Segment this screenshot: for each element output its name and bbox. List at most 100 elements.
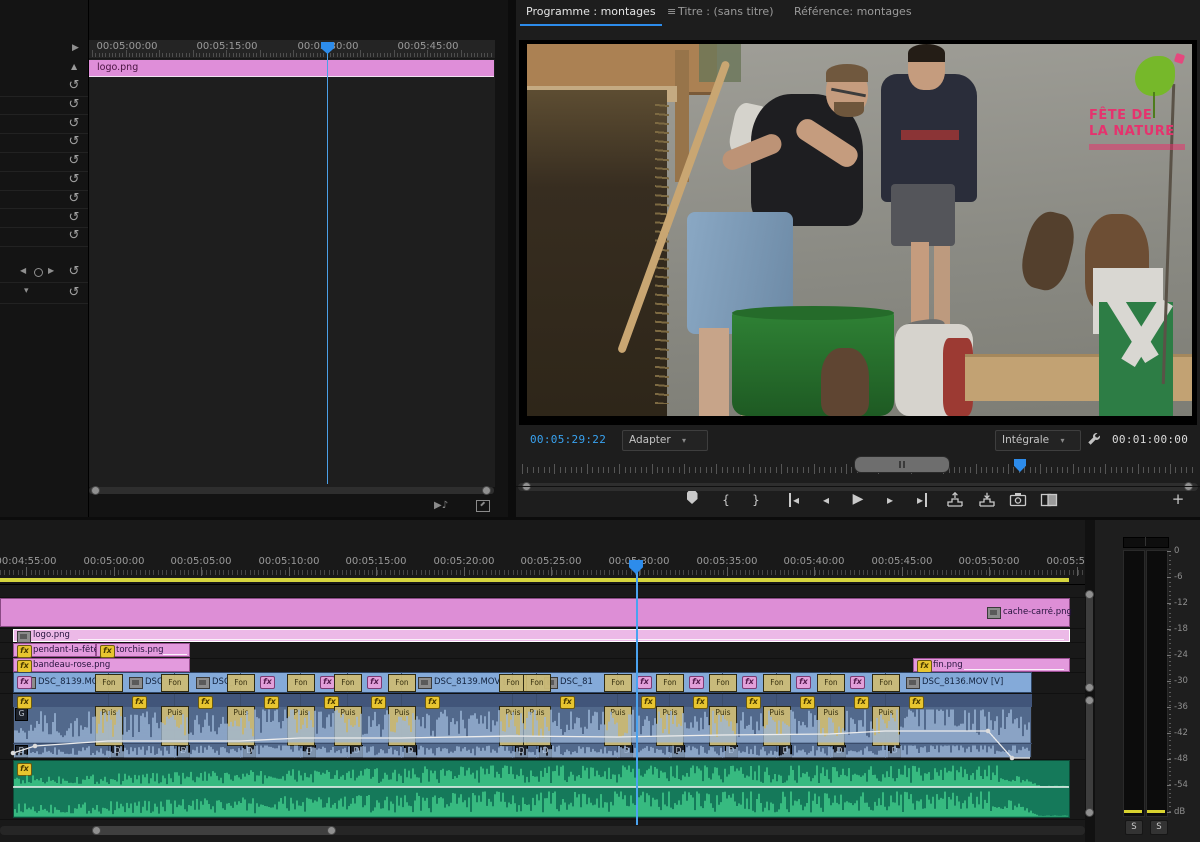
audio-transition-puis[interactable]: Puis bbox=[161, 706, 189, 746]
ec-param-dropdown-chevron[interactable]: ▾ bbox=[24, 286, 29, 296]
ec-reset-parameter-button[interactable]: ↺ bbox=[66, 97, 82, 113]
fx-badge[interactable]: fx bbox=[17, 645, 32, 658]
ec-reset-parameter-button[interactable]: ↺ bbox=[66, 210, 82, 226]
fx-badge[interactable]: fx bbox=[17, 696, 32, 709]
track-a2-music[interactable] bbox=[13, 760, 1070, 818]
comparison-view-button[interactable] bbox=[1040, 492, 1068, 512]
fx-badge[interactable]: fx bbox=[641, 696, 656, 709]
add-keyframe-icon[interactable] bbox=[34, 268, 43, 277]
clip-fin.png[interactable]: fxfin.png bbox=[913, 658, 1070, 672]
fx-badge[interactable]: fx bbox=[17, 763, 32, 776]
h-scroll-handle[interactable] bbox=[327, 826, 336, 835]
audio-transition-puis[interactable]: Puis bbox=[388, 706, 416, 746]
ec-scroll-handle[interactable] bbox=[91, 486, 100, 495]
tab-titre[interactable]: Titre : (sans titre) bbox=[678, 5, 773, 18]
fx-badge[interactable]: fx bbox=[198, 696, 213, 709]
timeline-playhead-line[interactable] bbox=[636, 564, 638, 825]
ec-reset-parameter-button[interactable]: ↺ bbox=[66, 134, 82, 150]
v-scroll-handle[interactable] bbox=[1085, 590, 1094, 599]
ec-collapse-icon[interactable]: ▲ bbox=[71, 62, 77, 71]
v-scroll-handle[interactable] bbox=[1085, 683, 1094, 692]
audio-transition-puis[interactable]: Puis bbox=[287, 706, 315, 746]
ec-export-icon[interactable] bbox=[476, 500, 490, 512]
v-scroll-handle[interactable] bbox=[1085, 696, 1094, 705]
fx-badge[interactable]: fx bbox=[689, 676, 704, 689]
video-transition-fon[interactable]: Fon bbox=[334, 674, 362, 692]
audio-transition-puis[interactable]: Puis bbox=[817, 706, 845, 746]
fx-badge[interactable]: fx bbox=[746, 696, 761, 709]
clip-bandeau-rose.png[interactable]: fxbandeau-rose.png bbox=[13, 658, 190, 672]
clip-pendant-la-fête.[interactable]: fxpendant-la-fête. bbox=[13, 643, 96, 657]
video-transition-fon[interactable]: Fon bbox=[161, 674, 189, 692]
fx-badge[interactable]: fx bbox=[371, 696, 386, 709]
button-editor-plus[interactable]: + bbox=[1164, 489, 1192, 509]
video-transition-fon[interactable]: Fon bbox=[709, 674, 737, 692]
timeline-vertical-scrollbar[interactable] bbox=[1085, 520, 1095, 842]
timeline-h-scroll-thumb[interactable] bbox=[92, 826, 335, 835]
go-to-in-button[interactable]: ◂ bbox=[780, 490, 808, 510]
ec-h-scrollbar[interactable] bbox=[89, 487, 494, 494]
ec-reset-parameter-button[interactable]: ↺ bbox=[66, 172, 82, 188]
fx-badge[interactable]: fx bbox=[560, 696, 575, 709]
v-scroll-handle[interactable] bbox=[1085, 808, 1094, 817]
tab-program-montages[interactable]: Programme : montages ≡ bbox=[526, 5, 676, 18]
video-transition-fon[interactable]: Fon bbox=[656, 674, 684, 692]
panel-menu-icon[interactable]: ≡ bbox=[667, 5, 676, 18]
ec-reset-parameter-button[interactable]: ↺ bbox=[66, 228, 82, 244]
current-timecode[interactable]: 00:05:29:22 bbox=[530, 433, 606, 446]
fx-badge[interactable]: fx bbox=[425, 696, 440, 709]
ec-reset-parameter-button[interactable]: ↺ bbox=[66, 78, 82, 94]
panel-divider-vertical[interactable] bbox=[508, 0, 516, 517]
clip-torchis.png[interactable]: fxtorchis.png bbox=[96, 643, 190, 657]
audio-transition-puis[interactable]: Puis bbox=[523, 706, 551, 746]
audio-transition-puis[interactable]: Puis bbox=[95, 706, 123, 746]
fx-badge[interactable]: fx bbox=[742, 676, 757, 689]
ec-playhead-line[interactable] bbox=[327, 46, 328, 484]
ec-reset-parameter-button[interactable]: ↺ bbox=[66, 264, 82, 280]
step-back-button[interactable]: ◂ bbox=[812, 490, 840, 510]
work-area-yellow-bar[interactable] bbox=[0, 578, 1069, 582]
video-transition-fon[interactable]: Fon bbox=[388, 674, 416, 692]
video-transition-fon[interactable]: Fon bbox=[763, 674, 791, 692]
keyframe-next-icon[interactable]: ▶ bbox=[48, 266, 54, 275]
play-audio-only-icon[interactable]: ▶♪ bbox=[434, 500, 448, 511]
video-transition-fon[interactable]: Fon bbox=[523, 674, 551, 692]
ec-reset-parameter-button[interactable]: ↺ bbox=[66, 285, 82, 301]
solo-right-button[interactable]: S bbox=[1150, 820, 1168, 835]
mark-in-button[interactable]: { bbox=[712, 490, 740, 510]
clip-logo-png[interactable]: logo.png bbox=[13, 629, 1070, 642]
h-scroll-handle[interactable] bbox=[92, 826, 101, 835]
v-scroll-thumb-video[interactable] bbox=[1086, 594, 1093, 690]
step-forward-button[interactable]: ▸ bbox=[876, 490, 904, 510]
go-to-out-button[interactable]: ▸ bbox=[908, 490, 936, 510]
fx-badge[interactable]: fx bbox=[367, 676, 382, 689]
export-frame-button[interactable] bbox=[1009, 492, 1037, 512]
video-transition-fon[interactable]: Fon bbox=[287, 674, 315, 692]
video-transition-fon[interactable]: Fon bbox=[95, 674, 123, 692]
fx-badge[interactable]: fx bbox=[637, 676, 652, 689]
solo-left-button[interactable]: S bbox=[1125, 820, 1143, 835]
fx-badge[interactable]: fx bbox=[800, 696, 815, 709]
ec-reset-parameter-button[interactable]: ↺ bbox=[66, 153, 82, 169]
fx-badge[interactable]: fx bbox=[100, 645, 115, 658]
fx-badge[interactable]: fx bbox=[264, 696, 279, 709]
audio-transition-puis[interactable]: Puis bbox=[334, 706, 362, 746]
lift-button[interactable] bbox=[946, 492, 974, 512]
fx-badge[interactable]: fx bbox=[132, 696, 147, 709]
video-transition-fon[interactable]: Fon bbox=[817, 674, 845, 692]
audio-transition-puis[interactable]: Puis bbox=[604, 706, 632, 746]
mark-out-button[interactable]: } bbox=[742, 490, 770, 510]
fx-badge[interactable]: fx bbox=[17, 676, 32, 689]
tab-reference[interactable]: Référence: montages bbox=[794, 5, 912, 18]
clip-cache-carre[interactable]: cache-carré.png bbox=[0, 598, 1070, 627]
audio-transition-puis[interactable]: Puis bbox=[656, 706, 684, 746]
v-scroll-thumb-audio[interactable] bbox=[1086, 700, 1093, 812]
ec-clip-bar-logo[interactable]: logo.png bbox=[89, 60, 494, 77]
add-marker-button[interactable] bbox=[678, 490, 706, 510]
fx-badge[interactable]: fx bbox=[693, 696, 708, 709]
video-transition-fon[interactable]: Fon bbox=[872, 674, 900, 692]
audio-transition-puis[interactable]: Puis bbox=[872, 706, 900, 746]
playback-resolution-dropdown[interactable]: Intégrale ▾ bbox=[995, 430, 1081, 451]
fx-badge[interactable]: fx bbox=[850, 676, 865, 689]
fx-badge[interactable]: fx bbox=[854, 696, 869, 709]
